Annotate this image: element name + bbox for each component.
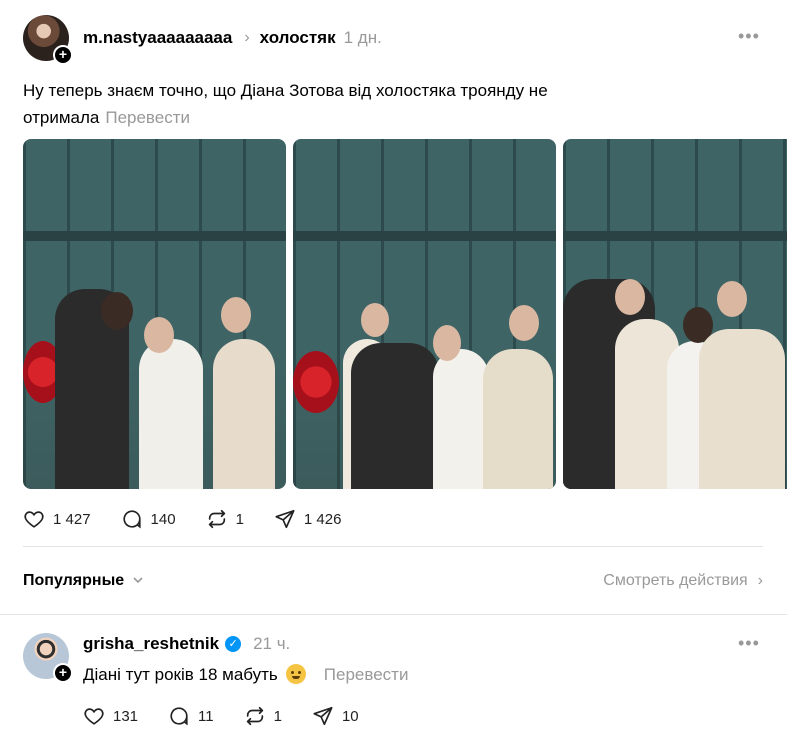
comment-icon: [123, 510, 141, 529]
reply-text: Діані тут років 18 мабуть Перевести: [83, 661, 408, 688]
author-avatar[interactable]: +: [23, 15, 73, 65]
post-text: Ну теперь знаєм точно, що Діана Зотова в…: [23, 77, 548, 131]
section-divider: [0, 614, 787, 615]
translate-link[interactable]: Перевести: [105, 108, 190, 127]
follow-plus-icon[interactable]: +: [53, 45, 73, 65]
heart-icon: [84, 708, 104, 725]
reply-repost-count: 1: [273, 707, 282, 725]
post-actions: 1 427 140 1 1 426: [23, 508, 371, 530]
repost-count: 1: [235, 510, 244, 528]
reply-translate-link[interactable]: Перевести: [324, 665, 409, 684]
post-header: m.nastyaaaaaaaaa › холостяк 1 дн.: [83, 28, 382, 48]
comment-count: 140: [150, 510, 176, 528]
send-icon: [275, 509, 295, 529]
carousel-photo-3[interactable]: [563, 139, 787, 489]
share-count: 1 426: [303, 510, 342, 528]
like-button[interactable]: 1 427: [23, 508, 91, 530]
reply-author-avatar[interactable]: +: [23, 633, 73, 683]
reply-share-button[interactable]: 10: [312, 705, 359, 727]
topic-tag[interactable]: холостяк: [260, 28, 336, 48]
reply-more-options-icon[interactable]: •••: [738, 633, 760, 654]
reply-repost-button[interactable]: 1: [244, 705, 282, 727]
sort-label: Популярные: [23, 572, 125, 589]
see-actions-link[interactable]: Смотреть действия ›: [603, 572, 763, 590]
author-username[interactable]: m.nastyaaaaaaaaa: [83, 28, 232, 48]
like-count: 1 427: [53, 510, 91, 528]
chevron-right-icon: ›: [757, 572, 763, 589]
reply-like-button[interactable]: 131: [83, 705, 138, 727]
reply-username[interactable]: grisha_reshetnik: [83, 634, 219, 654]
repost-icon: [246, 706, 263, 726]
repost-button[interactable]: 1: [206, 508, 244, 530]
reply-header: grisha_reshetnik ✓ 21 ч.: [83, 634, 290, 654]
post-text-line-1: Ну теперь знаєм точно, що Діана Зотова в…: [23, 81, 548, 100]
see-actions-label: Смотреть действия: [603, 572, 748, 589]
chevron-right-icon: ›: [244, 29, 250, 46]
share-button[interactable]: 1 426: [274, 508, 342, 530]
follow-plus-icon[interactable]: +: [53, 663, 73, 683]
replies-sort-row: Популярные Смотреть действия ›: [23, 568, 763, 594]
verified-badge-icon: ✓: [225, 636, 242, 652]
reply-comment-button[interactable]: 11: [168, 705, 214, 727]
more-options-icon[interactable]: •••: [738, 26, 760, 47]
post-divider: [23, 546, 763, 547]
reply-share-count: 10: [341, 707, 359, 725]
reply-time: 21 ч.: [253, 634, 291, 653]
thinking-emoji-icon: [285, 664, 306, 684]
reply-text-body: Діані тут років 18 мабуть: [83, 665, 278, 684]
chevron-down-icon: [132, 574, 144, 589]
repost-icon: [208, 509, 225, 529]
photo-carousel[interactable]: [23, 139, 787, 489]
carousel-photo-2[interactable]: [293, 139, 556, 489]
heart-icon: [24, 511, 44, 528]
send-icon: [313, 706, 333, 726]
post-text-line-2: отримала: [23, 108, 100, 127]
comment-icon: [170, 707, 188, 726]
sort-dropdown[interactable]: Популярные: [23, 572, 144, 590]
comment-button[interactable]: 140: [121, 508, 176, 530]
carousel-photo-1[interactable]: [23, 139, 286, 489]
post-time: 1 дн.: [343, 28, 382, 47]
reply-like-count: 131: [113, 707, 139, 725]
reply-actions: 131 11 1 10: [83, 705, 389, 727]
reply-comment-count: 11: [198, 707, 214, 725]
